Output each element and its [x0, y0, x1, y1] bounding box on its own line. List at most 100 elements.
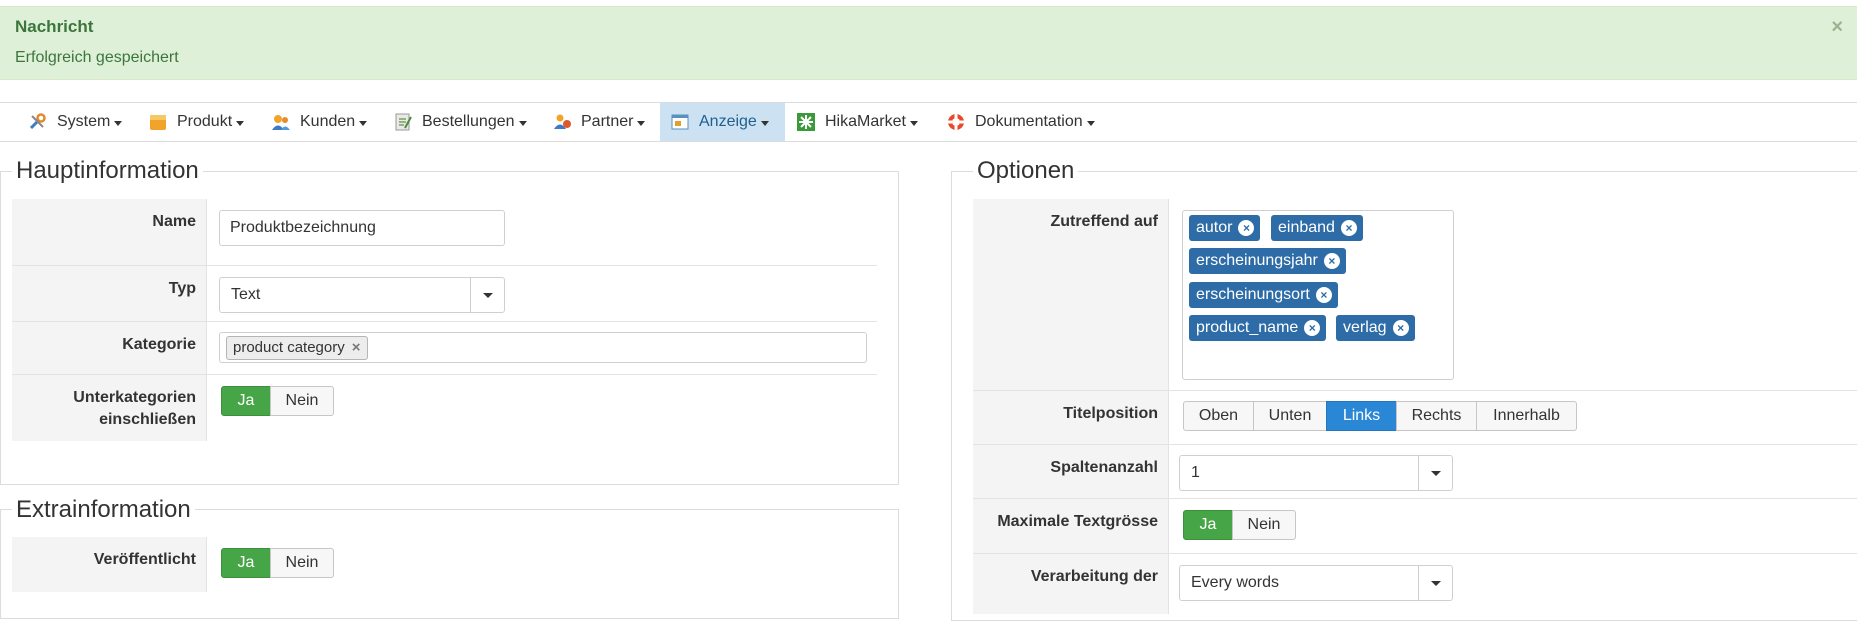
menu-bestellungen[interactable]: Bestellungen — [383, 103, 537, 141]
alert-close-icon[interactable]: × — [1831, 17, 1843, 37]
partner-icon — [552, 112, 572, 132]
menu-system[interactable]: System — [18, 103, 132, 141]
veroeffentlicht-nein-button[interactable]: Nein — [270, 548, 334, 578]
verarbeitung-select-value: Every words — [1191, 574, 1280, 591]
textgroesse-toggle: Ja Nein — [1183, 510, 1296, 540]
spaltenanzahl-row: Spaltenanzahl 1 — [973, 445, 1857, 499]
remove-tag-icon[interactable]: × — [1340, 220, 1357, 236]
titelposition-row: Titelposition Oben Unten Links Rechts In… — [973, 391, 1857, 445]
menu-anzeige-label: Anzeige — [699, 113, 757, 130]
unterkategorien-nein-button[interactable]: Nein — [270, 386, 334, 416]
kategorie-chip: product category × — [226, 336, 368, 360]
titelposition-innerhalb-button[interactable]: Innerhalb — [1476, 401, 1577, 431]
zutreffend-row: Zutreffend auf autor × einband × erscheinu… — [973, 199, 1857, 391]
verarbeitung-label: Verarbeitung der — [973, 554, 1169, 614]
unterkategorien-ja-button[interactable]: Ja — [221, 386, 271, 416]
success-alert: Nachricht Erfolgreich gespeichert × — [0, 6, 1857, 80]
titelposition-oben-button[interactable]: Oben — [1183, 401, 1254, 431]
tag-label: verlag — [1343, 319, 1387, 336]
remove-tag-icon[interactable]: × — [1315, 287, 1332, 303]
typ-select-value: Text — [231, 286, 261, 303]
kategorie-input[interactable]: product category × — [219, 332, 867, 363]
chevron-down-icon — [1418, 456, 1452, 490]
orders-icon — [393, 112, 413, 132]
tools-icon — [28, 112, 48, 132]
chevron-down-icon — [1418, 566, 1452, 600]
remove-tag-icon[interactable]: × — [1392, 320, 1409, 336]
menu-anzeige[interactable]: Anzeige — [660, 103, 785, 141]
titelposition-unten-button[interactable]: Unten — [1253, 401, 1327, 431]
unterkategorien-row: Unterkategorien einschließen Ja Nein — [12, 375, 877, 441]
titelposition-buttons: Oben Unten Links Rechts Innerhalb — [1183, 401, 1577, 431]
unterkategorien-label-line2: einschließen — [99, 411, 196, 428]
chevron-down-icon — [637, 120, 646, 126]
tag-erscheinungsjahr: erscheinungsjahr × — [1189, 248, 1346, 274]
extrainformation-legend: Extrainformation — [12, 496, 195, 524]
menu-dokumentation-label: Dokumentation — [975, 113, 1083, 130]
textgroesse-label: Maximale Textgrösse — [973, 499, 1169, 553]
display-icon — [670, 112, 690, 132]
menu-hikamarket[interactable]: HikaMarket — [786, 103, 928, 141]
textgroesse-row: Maximale Textgrösse Ja Nein — [973, 499, 1857, 554]
textgroesse-nein-button[interactable]: Nein — [1232, 510, 1296, 540]
lifebuoy-icon — [946, 112, 966, 132]
chevron-down-icon — [114, 120, 123, 126]
remove-tag-icon[interactable]: × — [1304, 320, 1321, 336]
unterkategorien-toggle: Ja Nein — [221, 386, 334, 416]
tag-label: autor — [1196, 219, 1233, 236]
hikamarket-icon — [796, 112, 816, 132]
tag-erscheinungsort: erscheinungsort × — [1189, 282, 1338, 308]
veroeffentlicht-ja-button[interactable]: Ja — [221, 548, 271, 578]
kategorie-chip-label: product category — [233, 339, 345, 356]
menu-kunden-label: Kunden — [300, 113, 356, 130]
box-icon — [148, 112, 168, 132]
zutreffend-label: Zutreffend auf — [973, 199, 1169, 390]
name-label: Name — [12, 199, 207, 265]
optionen-legend: Optionen — [973, 157, 1079, 185]
verarbeitung-row: Verarbeitung der Every words — [973, 554, 1857, 614]
tag-label: erscheinungsjahr — [1196, 252, 1318, 269]
tag-product-name: product_name × — [1189, 315, 1327, 341]
menu-partner-label: Partner — [581, 113, 634, 130]
kategorie-row: Kategorie product category × — [12, 322, 877, 375]
remove-tag-icon[interactable]: × — [1323, 253, 1340, 269]
users-icon — [271, 112, 291, 132]
chevron-down-icon — [236, 120, 245, 126]
typ-row: Typ Text — [12, 266, 877, 322]
chevron-down-icon — [518, 120, 527, 126]
tag-einband: einband × — [1271, 215, 1363, 241]
menu-dokumentation[interactable]: Dokumentation — [936, 103, 1105, 141]
unterkategorien-label: Unterkategorien einschließen — [12, 375, 207, 441]
remove-chip-icon[interactable]: × — [352, 337, 361, 359]
veroeffentlicht-label: Veröffentlicht — [12, 537, 207, 592]
menu-hikamarket-label: HikaMarket — [825, 113, 906, 130]
kategorie-label: Kategorie — [12, 322, 207, 374]
veroeffentlicht-toggle: Ja Nein — [221, 548, 334, 578]
menu-system-label: System — [57, 113, 111, 130]
menu-bestellungen-label: Bestellungen — [422, 113, 515, 130]
typ-label: Typ — [12, 266, 207, 321]
verarbeitung-select[interactable]: Every words — [1179, 565, 1453, 601]
menu-produkt-label: Produkt — [177, 113, 233, 130]
titelposition-label: Titelposition — [973, 391, 1169, 444]
menu-kunden[interactable]: Kunden — [261, 103, 377, 141]
typ-select[interactable]: Text — [219, 277, 505, 313]
titelposition-rechts-button[interactable]: Rechts — [1396, 401, 1477, 431]
alert-message: Erfolgreich gespeichert — [15, 49, 179, 66]
tag-verlag: verlag × — [1336, 315, 1415, 341]
chevron-down-icon — [470, 278, 504, 312]
zutreffend-tag-input[interactable]: autor × einband × erscheinungsjahr × ersche… — [1182, 210, 1454, 380]
veroeffentlicht-row: Veröffentlicht Ja Nein — [12, 537, 877, 592]
spaltenanzahl-select-value: 1 — [1191, 464, 1200, 481]
name-row: Name — [12, 199, 877, 266]
menu-produkt[interactable]: Produkt — [138, 103, 254, 141]
spaltenanzahl-select[interactable]: 1 — [1179, 455, 1453, 491]
tag-label: einband — [1278, 219, 1335, 236]
titelposition-links-button[interactable]: Links — [1326, 401, 1397, 431]
textgroesse-ja-button[interactable]: Ja — [1183, 510, 1233, 540]
name-input[interactable] — [219, 210, 505, 246]
menu-partner[interactable]: Partner — [542, 103, 655, 141]
chevron-down-icon — [760, 120, 769, 126]
unterkategorien-label-line1: Unterkategorien — [73, 389, 196, 406]
remove-tag-icon[interactable]: × — [1238, 220, 1255, 236]
